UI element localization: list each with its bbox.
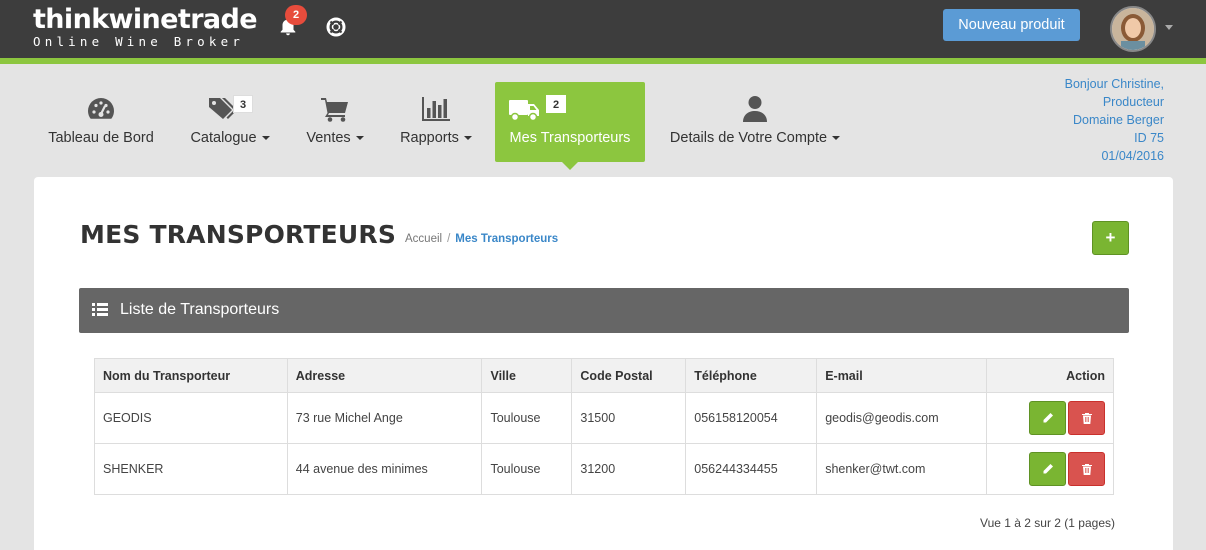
column-header-city[interactable]: Ville xyxy=(481,358,573,393)
delete-button[interactable] xyxy=(1068,452,1105,486)
nav-label-account-details: Details de Votre Compte xyxy=(660,130,850,146)
catalogue-caret-icon xyxy=(261,136,270,141)
transporteurs-count-badge: 2 xyxy=(546,95,566,113)
transporters-table: Nom du Transporteur Adresse Ville Code P… xyxy=(94,358,1114,495)
logo-tagline: Online Wine Broker xyxy=(33,34,245,49)
greeting-role: Producteur xyxy=(1102,95,1164,109)
breadcrumb: Accueil / Mes Transporteurs xyxy=(405,233,558,245)
cell-name: GEODIS xyxy=(94,392,288,444)
notification-count-badge: 2 xyxy=(285,5,307,25)
ventes-caret-icon xyxy=(355,136,364,141)
cell-actions xyxy=(986,443,1114,495)
column-header-name[interactable]: Nom du Transporteur xyxy=(94,358,288,393)
column-header-email[interactable]: E-mail xyxy=(816,358,988,393)
user-menu-chevron-down-icon[interactable] xyxy=(1165,25,1173,30)
cart-icon xyxy=(321,98,348,122)
trash-icon xyxy=(1082,464,1092,475)
accent-divider xyxy=(0,58,1206,64)
breadcrumb-separator: / xyxy=(447,233,451,245)
active-nav-pointer xyxy=(562,162,578,170)
logo[interactable]: thinkwinetrade Online Wine Broker xyxy=(33,4,258,49)
list-header: Liste de Transporteurs xyxy=(79,288,1129,333)
pencil-icon xyxy=(1043,464,1053,474)
bar-chart-icon xyxy=(422,97,450,121)
avatar-image xyxy=(1112,8,1154,50)
cell-address: 73 rue Michel Ange xyxy=(286,392,483,444)
nav-item-catalogue[interactable]: 3 Catalogue xyxy=(180,82,280,162)
nav-label-ventes: Ventes xyxy=(296,130,374,146)
rapports-caret-icon xyxy=(463,136,472,141)
pencil-icon xyxy=(1043,413,1053,423)
greeting-date: 01/04/2016 xyxy=(1101,149,1164,163)
pagination-info: Vue 1 à 2 sur 2 (1 pages) xyxy=(980,516,1115,530)
nav-item-mes-transporteurs[interactable]: 2 Mes Transporteurs xyxy=(495,82,645,162)
user-icon xyxy=(743,96,767,122)
account-caret-icon xyxy=(832,136,841,141)
breadcrumb-home[interactable]: Accueil xyxy=(405,233,442,245)
cell-city: Toulouse xyxy=(481,443,573,495)
nav-label-catalogue: Catalogue xyxy=(180,130,280,146)
table-header-row: Nom du Transporteur Adresse Ville Code P… xyxy=(94,358,1114,393)
column-header-action: Action xyxy=(986,358,1114,393)
cell-postal-code: 31200 xyxy=(571,443,687,495)
main-panel: MES TRANSPORTEURS Accueil / Mes Transporte… xyxy=(34,177,1173,550)
nav-label-rapports: Rapports xyxy=(390,130,482,146)
column-header-postal-code[interactable]: Code Postal xyxy=(571,358,687,393)
cell-address: 44 avenue des minimes xyxy=(286,443,483,495)
logo-name: thinkwinetrade xyxy=(33,4,258,35)
truck-icon xyxy=(509,100,539,122)
table-row: GEODIS 73 rue Michel Ange Toulouse 31500… xyxy=(94,392,1114,444)
delete-button[interactable] xyxy=(1068,401,1105,435)
cell-postal-code: 31500 xyxy=(571,392,687,444)
nav-item-account-details[interactable]: Details de Votre Compte xyxy=(660,82,850,162)
new-product-button[interactable]: Nouveau produit xyxy=(943,9,1080,41)
user-greeting: Bonjour Christine, Producteur Domaine Be… xyxy=(1065,75,1164,165)
page-title: MES TRANSPORTEURS xyxy=(80,220,397,249)
greeting-hello: Bonjour Christine, xyxy=(1064,77,1164,91)
catalogue-count-badge: 3 xyxy=(233,95,253,113)
nav-label-dashboard: Tableau de Bord xyxy=(48,130,154,146)
list-title: Liste de Transporteurs xyxy=(120,301,280,318)
cell-email: shenker@twt.com xyxy=(816,443,988,495)
list-icon xyxy=(92,303,108,316)
dashboard-icon xyxy=(88,98,114,119)
column-header-phone[interactable]: Téléphone xyxy=(685,358,818,393)
cell-phone: 056158120054 xyxy=(685,392,818,444)
nav-item-dashboard[interactable]: Tableau de Bord xyxy=(40,82,162,162)
cell-actions xyxy=(986,392,1114,444)
edit-button[interactable] xyxy=(1029,401,1066,435)
breadcrumb-current[interactable]: Mes Transporteurs xyxy=(455,233,558,245)
cell-city: Toulouse xyxy=(481,392,573,444)
greeting-domain: Domaine Berger xyxy=(1072,113,1164,127)
cell-email: geodis@geodis.com xyxy=(816,392,988,444)
help-lifebuoy-icon[interactable] xyxy=(326,17,346,37)
nav-label-mes-transporteurs: Mes Transporteurs xyxy=(509,130,631,146)
nav-item-rapports[interactable]: Rapports xyxy=(390,82,482,162)
table-row: SHENKER 44 avenue des minimes Toulouse 3… xyxy=(94,443,1114,495)
nav-item-ventes[interactable]: Ventes xyxy=(296,82,374,162)
column-header-address[interactable]: Adresse xyxy=(286,358,483,393)
user-avatar[interactable] xyxy=(1110,6,1156,52)
cell-phone: 056244334455 xyxy=(685,443,818,495)
trash-icon xyxy=(1082,413,1092,424)
add-transporter-button[interactable]: + xyxy=(1092,221,1129,255)
greeting-id: ID 75 xyxy=(1134,131,1164,145)
edit-button[interactable] xyxy=(1029,452,1066,486)
cell-name: SHENKER xyxy=(94,443,288,495)
